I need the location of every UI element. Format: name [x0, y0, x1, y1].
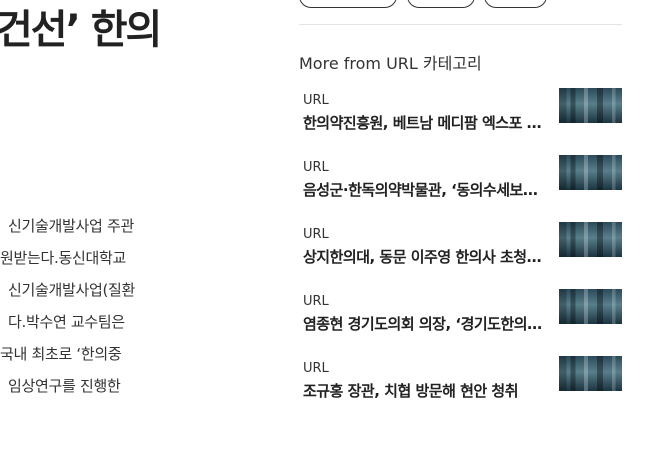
related-item[interactable]: URL 음성군·한독의약박물관, ‘동의수세보원’ 전시 — [299, 155, 622, 222]
related-item[interactable]: URL 염종현 경기도의회 의장, ‘경기도한의사회’ 방문 — [299, 289, 622, 356]
item-title[interactable]: 염종현 경기도의회 의장, ‘경기도한의사회’ 방문 — [303, 313, 543, 334]
item-thumbnail[interactable] — [559, 155, 622, 190]
item-source: URL — [303, 227, 329, 242]
article-body: 신기술개발사업 주관 원받는다.동신대학교 신기술개발사업(질환 다.박수연 교… — [0, 210, 170, 402]
item-title[interactable]: 상지한의대, 동문 이주영 한의사 초청 특강 — [303, 246, 543, 267]
item-source: URL — [303, 361, 329, 376]
article-line: 다.박수연 교수팀은 — [8, 313, 125, 331]
item-source: URL — [303, 93, 329, 108]
article-line: 임상연구를 진행한 — [8, 377, 121, 395]
item-title[interactable]: 음성군·한독의약박물관, ‘동의수세보원’ 전시 — [303, 179, 543, 200]
item-thumbnail[interactable] — [559, 289, 622, 324]
more-from-heading: More from URL 카테고리 — [299, 54, 482, 73]
article-title: 건선’ 한의 — [0, 8, 162, 52]
related-item[interactable]: URL 한의약진흥원, 베트남 메디팜 엑스포 참가 — [299, 88, 622, 155]
article-line: 신기술개발사업(질환 — [8, 281, 136, 299]
related-item[interactable]: URL 조규홍 장관, 치협 방문해 현안 청취 — [299, 356, 622, 423]
item-thumbnail[interactable] — [559, 88, 622, 123]
item-source: URL — [303, 294, 329, 309]
share-button[interactable] — [484, 0, 547, 8]
article-line: 국내 최초로 ‘한의중 — [0, 345, 122, 363]
item-title[interactable]: 한의약진흥원, 베트남 메디팜 엑스포 참가 — [303, 112, 543, 133]
item-source: URL — [303, 160, 329, 175]
article-line: 신기술개발사업 주관 — [8, 217, 134, 235]
item-thumbnail[interactable] — [559, 356, 622, 391]
divider — [299, 24, 622, 25]
item-thumbnail[interactable] — [559, 222, 622, 257]
share-button[interactable] — [299, 0, 397, 8]
item-title[interactable]: 조규홍 장관, 치협 방문해 현안 청취 — [303, 380, 543, 401]
related-list: URL 한의약진흥원, 베트남 메디팜 엑스포 참가 URL 음성군·한독의약박… — [299, 88, 622, 423]
article-line: 원받는다.동신대학교 — [0, 249, 126, 267]
related-item[interactable]: URL 상지한의대, 동문 이주영 한의사 초청 특강 — [299, 222, 622, 289]
share-button[interactable] — [407, 0, 475, 8]
